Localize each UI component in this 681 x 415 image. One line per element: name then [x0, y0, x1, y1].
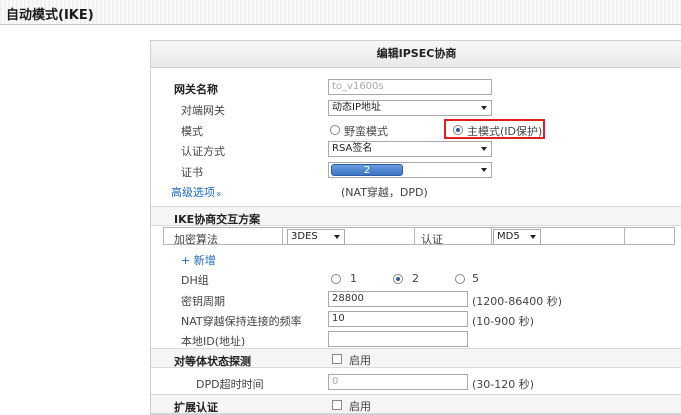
auth-method-select[interactable]: RSA签名: [328, 141, 492, 157]
ike-auth-select[interactable]: MD5: [493, 229, 541, 245]
window-title: 自动模式(IKE): [6, 8, 94, 23]
double-chevron-down-icon: »: [212, 191, 223, 197]
dpd-section-title: 对等体状态探测: [174, 355, 251, 368]
gateway-name-input[interactable]: to_v1600s: [328, 79, 492, 95]
gateway-name-label: 网关名称: [174, 83, 218, 96]
dh-group-5-label: 5: [472, 272, 479, 285]
chevron-down-icon: [481, 168, 487, 172]
ike-auth-label: 认证: [421, 233, 443, 246]
advanced-options-label: 高级选项: [171, 186, 215, 199]
chevron-down-icon: [334, 235, 340, 239]
key-lifetime-hint: (1200-86400 秒): [472, 295, 563, 308]
ext-auth-section-header: 扩展认证: [151, 394, 681, 414]
nat-keepalive-hint: (10-900 秒): [472, 315, 535, 328]
nat-keepalive-input[interactable]: 10: [328, 311, 468, 327]
mode-main-radio[interactable]: [453, 125, 463, 135]
ike-auth-value: MD5: [497, 231, 520, 242]
auth-method-label: 认证方式: [181, 145, 225, 158]
grid-divider: [282, 228, 283, 244]
advanced-options-hint: (NAT穿越，DPD): [341, 186, 428, 199]
chevron-down-icon: [530, 235, 536, 239]
dpd-enable-label: 启用: [349, 354, 371, 367]
dh-group-1-radio[interactable]: [331, 274, 341, 284]
peer-gateway-value: 动态IP地址: [332, 102, 381, 113]
mode-main-label: 主模式(ID保护): [467, 125, 543, 138]
dpd-timeout-hint: (30-120 秒): [472, 378, 535, 391]
peer-gateway-select[interactable]: 动态IP地址: [328, 100, 492, 116]
dh-group-label: DH组: [181, 274, 209, 287]
local-id-input[interactable]: [328, 331, 468, 347]
mode-aggressive-radio[interactable]: [330, 125, 340, 135]
grid-divider: [414, 228, 415, 244]
auth-method-value: RSA签名: [332, 143, 373, 154]
dh-group-1-label: 1: [350, 272, 357, 285]
key-lifetime-label: 密钥周期: [181, 295, 225, 308]
chevron-down-icon: [481, 106, 487, 110]
add-proposal-link[interactable]: + 新增: [181, 252, 216, 268]
ipsec-edit-panel: 编辑IPSEC协商 网关名称 to_v1600s 对端网关 动态IP地址 模式 …: [150, 40, 681, 415]
ext-auth-enable-label: 启用: [349, 400, 371, 413]
window-titlebar: 自动模式(IKE): [0, 0, 681, 25]
advanced-options-link[interactable]: 高级选项»: [171, 184, 223, 200]
ike-proposal-row: [163, 227, 675, 245]
ike-section-header: IKE协商交互方案: [151, 206, 681, 226]
dh-group-5-radio[interactable]: [455, 274, 465, 284]
grid-divider: [491, 228, 492, 244]
dh-group-2-label: 2: [412, 272, 419, 285]
dpd-timeout-input[interactable]: 0: [328, 374, 468, 390]
dh-group-2-radio[interactable]: [393, 274, 403, 284]
ext-auth-enable-checkbox[interactable]: [332, 400, 342, 410]
nat-keepalive-label: NAT穿越保持连接的频率: [181, 315, 302, 328]
peer-gateway-label: 对端网关: [181, 104, 225, 117]
certificate-select[interactable]: 2: [328, 162, 492, 178]
encryption-label: 加密算法: [174, 233, 218, 246]
chevron-down-icon: [481, 147, 487, 151]
ike-section-title: IKE协商交互方案: [174, 213, 261, 226]
certificate-label: 证书: [181, 166, 203, 179]
encryption-select[interactable]: 3DES: [287, 229, 345, 245]
encryption-value: 3DES: [291, 231, 318, 242]
ext-auth-section-title: 扩展认证: [174, 401, 218, 414]
key-lifetime-input[interactable]: 28800: [328, 291, 468, 307]
dpd-enable-checkbox[interactable]: [332, 354, 342, 364]
mode-aggressive-label: 野蛮模式: [344, 125, 388, 138]
dpd-timeout-label: DPD超时时间: [196, 378, 264, 391]
local-id-label: 本地ID(地址): [181, 335, 246, 348]
certificate-value: 2: [331, 164, 403, 176]
panel-title: 编辑IPSEC协商: [151, 41, 681, 68]
grid-divider: [624, 228, 625, 244]
dpd-section-header: 对等体状态探测: [151, 348, 681, 368]
mode-label: 模式: [181, 125, 203, 138]
